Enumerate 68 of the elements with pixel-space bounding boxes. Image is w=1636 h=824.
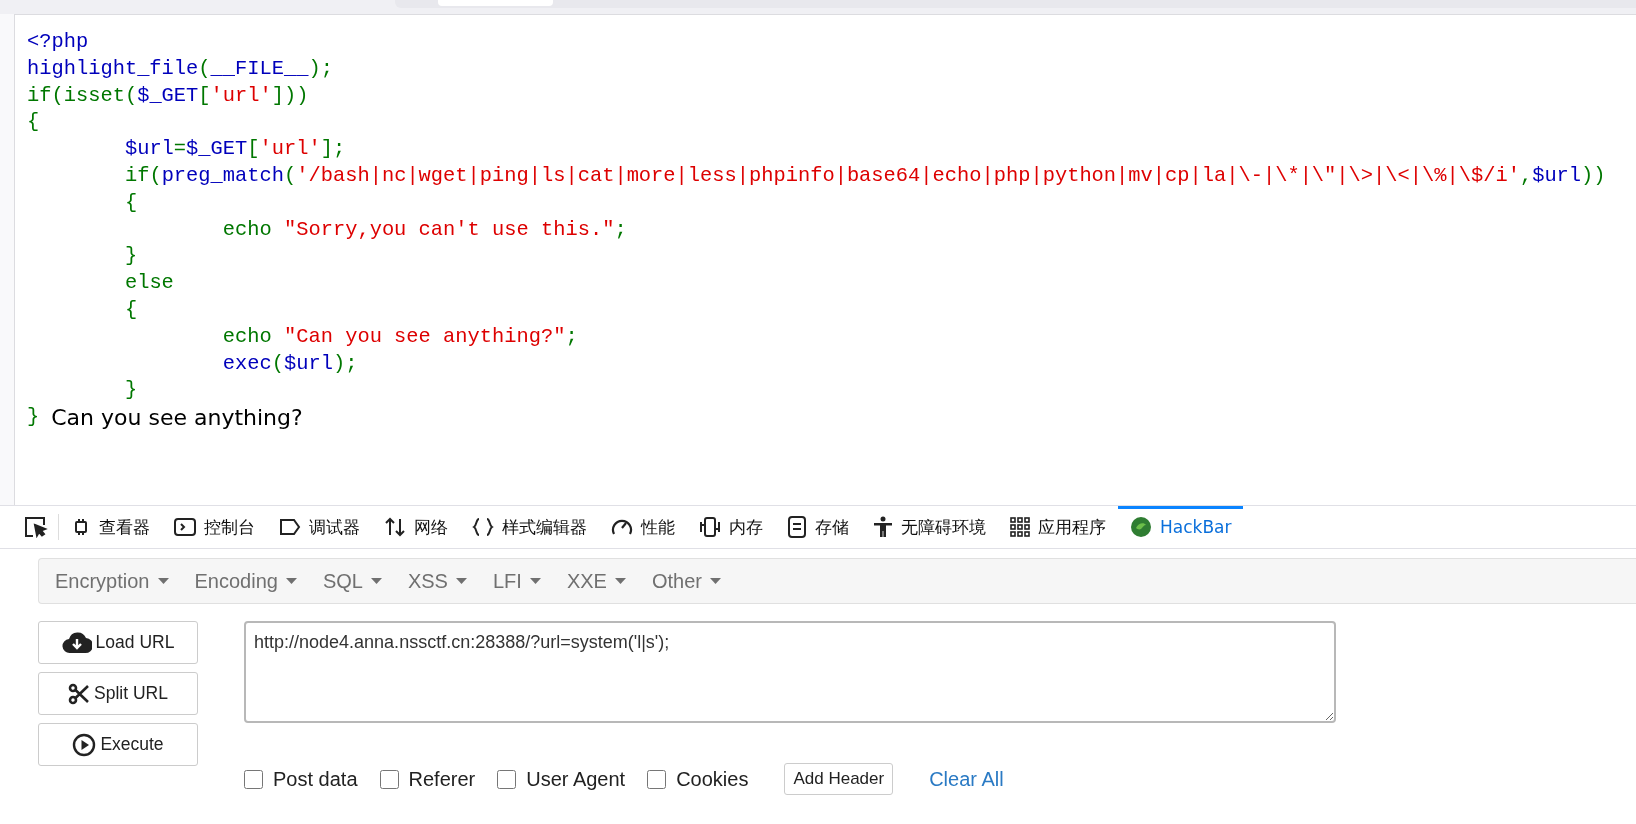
logo-icon	[1130, 516, 1152, 538]
terminal-icon	[174, 517, 196, 537]
code-line: }	[27, 404, 40, 431]
caret-icon	[157, 578, 169, 584]
devtools-tab[interactable]: 应用程序	[998, 506, 1118, 548]
code-line: exec($url);	[221, 350, 358, 377]
caret-icon	[614, 578, 626, 584]
checkbox-label: Post data	[273, 767, 358, 791]
checkbox[interactable]	[244, 769, 263, 789]
cursor-icon	[24, 516, 48, 538]
dropdown-menu[interactable]: XSS	[399, 569, 475, 593]
caret-icon	[455, 578, 467, 584]
dropdown-menu[interactable]: Encoding	[186, 569, 305, 593]
checkbox-label: User Agent	[526, 767, 626, 791]
devtools-tab[interactable]: 无障碍环境	[861, 506, 998, 548]
code-line: {	[27, 109, 40, 136]
gauge-icon	[611, 517, 633, 537]
caret-icon	[709, 578, 721, 584]
code-line: $url=$_GET['url'];	[123, 136, 346, 163]
grid-icon	[1010, 517, 1030, 537]
code-line: {	[123, 189, 138, 216]
code-line: else	[123, 270, 174, 297]
devtools-tab[interactable]: 性能	[599, 506, 687, 548]
action-button[interactable]: Load URL	[38, 621, 198, 664]
url-field[interactable]: http://node4.anna.nssctf.cn:28388/?url=system('l|s');	[244, 621, 1336, 723]
devtools-tab[interactable]: 样式编辑器	[460, 506, 599, 548]
action-button[interactable]: Split URL	[38, 672, 198, 715]
document-icon	[787, 516, 807, 538]
play-icon	[72, 732, 97, 757]
code-line: echo "Can you see anything?";	[221, 323, 578, 350]
checkbox[interactable]	[379, 769, 399, 789]
devtools-tab[interactable]: 控制台	[162, 506, 267, 548]
code-line: <?php	[27, 29, 89, 55]
memory-icon	[699, 516, 721, 538]
caret-icon	[370, 578, 382, 584]
devtools-tab[interactable]: 调试器	[267, 506, 372, 548]
devtools-tab[interactable]: 内存	[687, 506, 775, 548]
devtools-tab[interactable]: 网络	[372, 506, 460, 548]
code-line: if(preg_match('/bash|nc|wget|ping|ls|cat|more|less|phpinfo|base64|echo|php|python|mv|cp|la|\-|\*|\"|\>|\<|\%|\$/i',$url))	[123, 163, 1606, 189]
person-icon	[873, 516, 893, 538]
page-output: Can you see anything?	[51, 404, 303, 431]
caret-icon	[285, 578, 297, 584]
checkbox[interactable]	[647, 769, 667, 789]
code-line: highlight_file(__FILE__);	[27, 55, 333, 82]
checkbox-label: Referer	[408, 767, 476, 791]
devtools-tab[interactable]: 查看器	[59, 506, 162, 548]
code-line: echo "Sorry,you can't use this.";	[221, 216, 627, 243]
tag-icon	[279, 518, 301, 536]
devtools-tab[interactable]: 存储	[775, 506, 861, 548]
code-line: {	[123, 296, 138, 323]
dropdown-menu[interactable]: SQL	[314, 569, 390, 593]
action-button[interactable]: Execute	[38, 723, 198, 766]
caret-icon	[529, 578, 541, 584]
dropdown-menu[interactable]: XXE	[558, 569, 634, 593]
code-line: }	[123, 243, 138, 270]
braces-icon	[472, 517, 494, 537]
add-header-button[interactable]: Add Header	[784, 763, 894, 795]
code-line: if(isset($_GET['url']))	[27, 82, 309, 109]
code-line: }	[123, 377, 138, 404]
dropdown-menu[interactable]: LFI	[484, 569, 549, 593]
cloud-download-icon	[61, 631, 92, 654]
dropdown-menu[interactable]: Other	[643, 569, 729, 593]
checkbox[interactable]	[497, 769, 517, 789]
arrows-icon	[384, 517, 406, 537]
scissors-icon	[68, 682, 91, 705]
clear-all-link[interactable]: Clear All	[929, 767, 1004, 791]
dropdown-menu[interactable]: Encryption	[47, 569, 177, 593]
checkbox-label: Cookies	[676, 767, 749, 791]
